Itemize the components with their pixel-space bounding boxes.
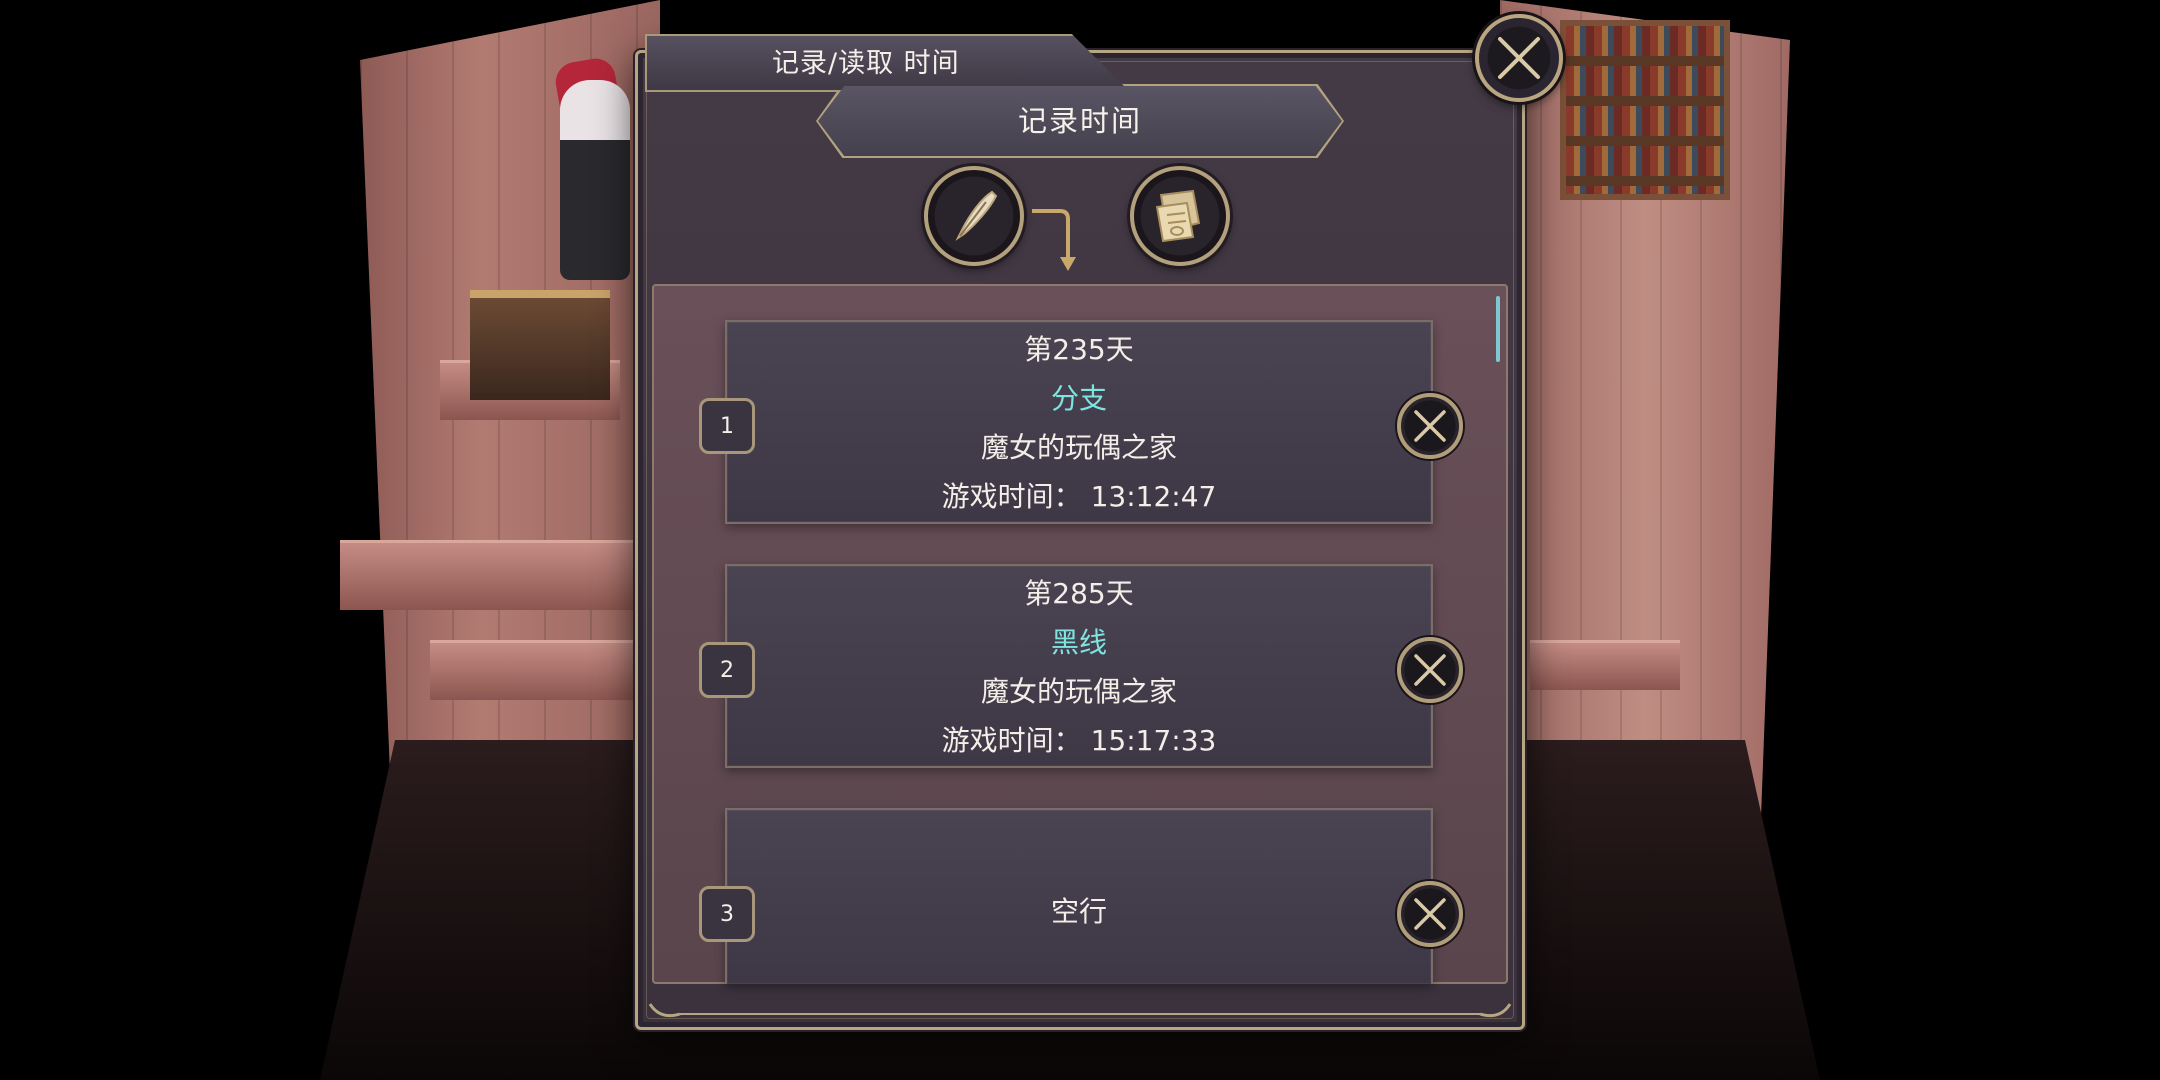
dialog-close-button[interactable] bbox=[1475, 14, 1563, 102]
close-x-icon bbox=[1414, 410, 1446, 442]
save-slot-1[interactable]: 第235天 分支 魔女的玩偶之家 游戏时间： 13:12:47 bbox=[725, 320, 1433, 524]
list-scrollbar[interactable] bbox=[1496, 296, 1500, 362]
flow-arrow-icon bbox=[1032, 209, 1076, 271]
bookshelf bbox=[1560, 20, 1730, 200]
character-sprite bbox=[560, 80, 630, 280]
slot-location: 魔女的玩偶之家 bbox=[980, 431, 1177, 464]
slot-location: 魔女的玩偶之家 bbox=[980, 675, 1177, 708]
close-x-icon bbox=[1414, 898, 1446, 930]
wood-plank bbox=[430, 640, 650, 700]
writing-desk bbox=[470, 290, 610, 400]
save-slot-2[interactable]: 第285天 黑线 魔女的玩偶之家 游戏时间： 15:17:33 bbox=[725, 564, 1433, 768]
load-mode-button[interactable] bbox=[1130, 166, 1230, 266]
slot-number-badge: 3 bbox=[699, 886, 755, 942]
delete-slot-1-button[interactable] bbox=[1397, 393, 1463, 459]
frame-ornament bbox=[648, 1003, 1512, 1018]
slot-playtime: 游戏时间： 13:12:47 bbox=[941, 480, 1217, 513]
wood-plank bbox=[340, 540, 640, 610]
close-x-icon bbox=[1414, 654, 1446, 686]
mode-banner-label: 记录时间 bbox=[1017, 104, 1142, 138]
close-x-icon bbox=[1498, 37, 1540, 79]
save-mode-button[interactable] bbox=[924, 166, 1024, 266]
save-slot-3[interactable]: 空行 bbox=[725, 808, 1433, 984]
delete-slot-2-button[interactable] bbox=[1397, 637, 1463, 703]
slot-playtime: 游戏时间： 15:17:33 bbox=[941, 724, 1217, 757]
wood-plank bbox=[1530, 640, 1680, 690]
slot-number-badge: 2 bbox=[699, 642, 755, 698]
dialog-title: 记录/读取 时间 bbox=[772, 48, 960, 79]
slot-route: 黑线 bbox=[1050, 626, 1107, 659]
slot-route: 分支 bbox=[1050, 382, 1107, 415]
slot-day: 第285天 bbox=[1024, 577, 1134, 610]
delete-slot-3-button[interactable] bbox=[1397, 881, 1463, 947]
slot-day: 第235天 bbox=[1024, 333, 1134, 366]
slot-number-badge: 1 bbox=[699, 398, 755, 454]
quill-pen-icon bbox=[955, 190, 998, 241]
scroll-paper-icon bbox=[1155, 189, 1201, 243]
slot-empty-label: 空行 bbox=[1050, 895, 1107, 928]
